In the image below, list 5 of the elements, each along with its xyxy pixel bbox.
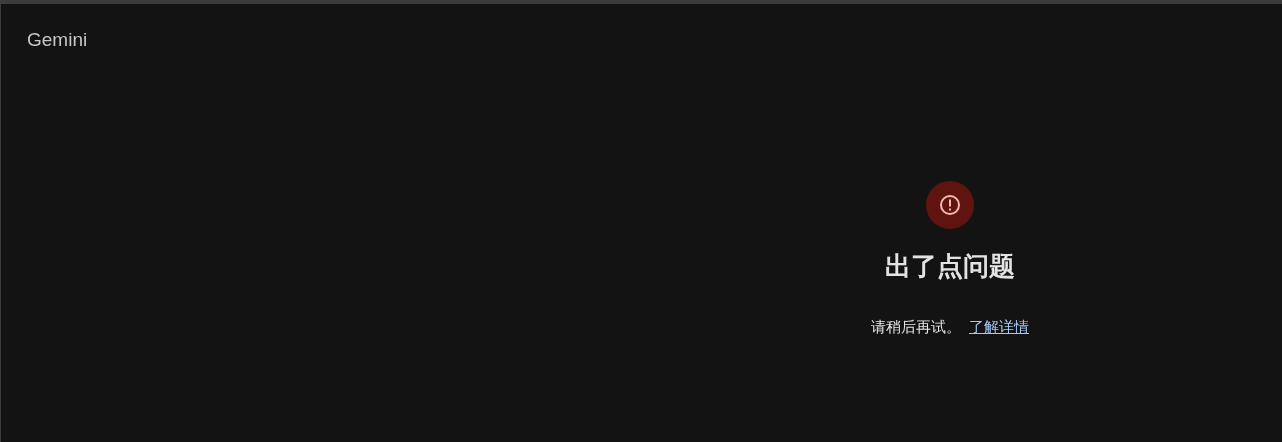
error-heading: 出了点问题 [885, 250, 1015, 283]
alert-icon [939, 194, 961, 216]
error-message: 请稍后再试。 [871, 317, 961, 337]
app-title: Gemini [26, 28, 89, 49]
learn-more-link[interactable]: 了解详情 [969, 316, 1029, 339]
